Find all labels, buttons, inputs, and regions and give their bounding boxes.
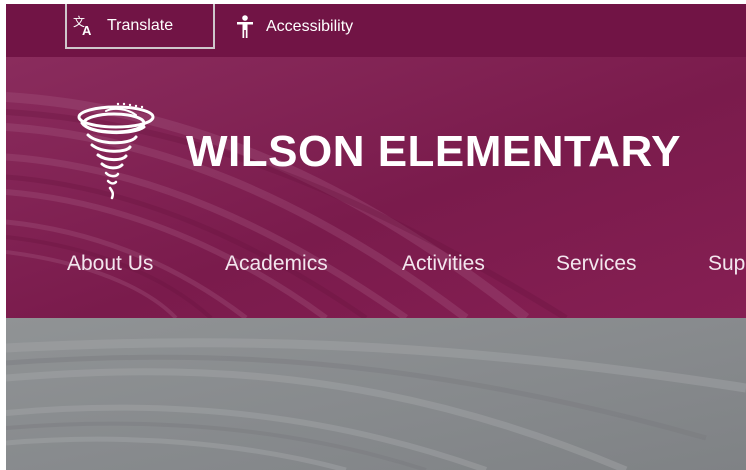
nav-item-activities[interactable]: Activities (402, 252, 485, 276)
accessibility-icon (236, 14, 254, 39)
nav-item-about-us[interactable]: About Us (67, 252, 153, 276)
main-nav: About Us Academics Activities Services S… (6, 252, 746, 282)
translate-button[interactable]: 文 A Translate (65, 4, 215, 49)
hero-swoosh-background (6, 318, 746, 470)
site-header: WILSON ELEMENTARY About Us Academics Act… (6, 57, 746, 318)
accessibility-label: Accessibility (266, 17, 354, 35)
hero-banner (6, 318, 746, 470)
translate-label: Translate (107, 16, 174, 34)
svg-text:A: A (82, 23, 92, 37)
school-name[interactable]: WILSON ELEMENTARY (186, 127, 681, 177)
nav-item-services[interactable]: Services (556, 252, 637, 276)
nav-item-academics[interactable]: Academics (225, 252, 328, 276)
nav-item-support[interactable]: Sup (708, 252, 745, 276)
page: 文 A Translate Accessibility WILSON ELEME… (6, 4, 746, 470)
accessibility-button[interactable]: Accessibility (232, 4, 392, 49)
translate-icon: 文 A (73, 15, 95, 37)
tornado-logo-icon[interactable] (70, 101, 158, 208)
utility-bar: 文 A Translate Accessibility (6, 4, 746, 57)
